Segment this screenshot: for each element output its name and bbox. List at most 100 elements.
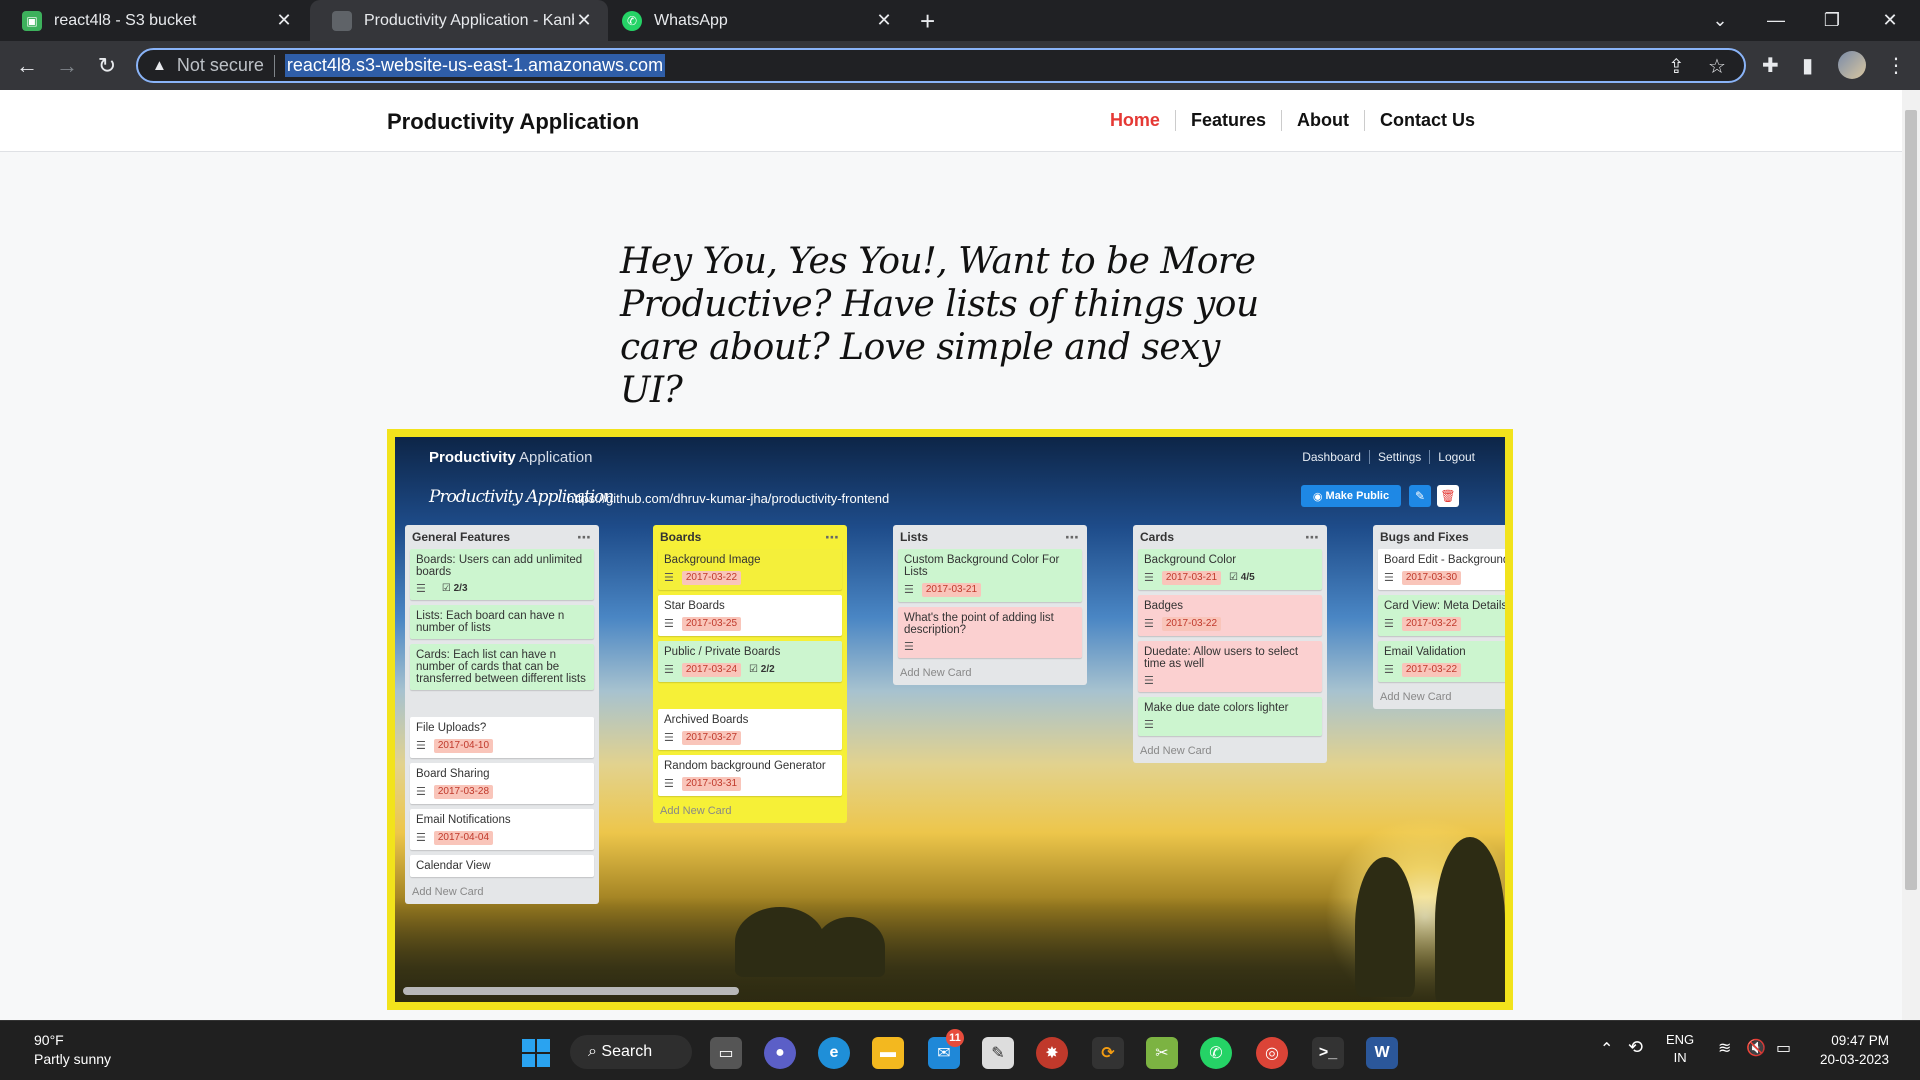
add-new-card-link: Add New Card [1140,745,1212,757]
page-scrollbar-thumb[interactable] [1905,110,1917,890]
checklist-icon: ☑ [441,583,454,594]
language-indicator[interactable]: ENG IN [1666,1031,1694,1067]
site-header: Productivity Application Home Features A… [0,90,1902,152]
description-icon: ☰ [1144,719,1154,731]
tab-s3-bucket[interactable]: ▣ react4l8 - S3 bucket ✕ [0,0,308,41]
card-due-date: 2017-03-27 [681,731,742,745]
card-text: Board Edit - Background Warning [1384,554,1510,566]
restore-button[interactable]: ❐ [1804,0,1860,41]
card-text: Lists: Each board can have n number of l… [416,610,565,634]
tray-overflow-icon[interactable]: ⌃ [1600,1039,1613,1059]
web-app-icon[interactable]: ✸ [1036,1037,1068,1069]
card-meta: ☰ 2017-03-22 [664,571,836,585]
sync-tray-icon[interactable]: ⟲ [1628,1037,1643,1058]
share-icon[interactable]: ⇪ [1668,54,1685,79]
extensions-icon[interactable]: ✚ [1762,53,1779,78]
reload-icon[interactable]: ↻ [92,51,122,81]
notepad-icon[interactable]: ✎ [982,1037,1014,1069]
nav-contact-us[interactable]: Contact Us [1363,110,1490,131]
description-icon: ☰ [1144,618,1154,630]
card-text: Background Color [1144,554,1237,566]
windows-taskbar: 90°F Partly sunny ⌕ Search ▭ ● e ▬ ✉ 11 … [0,1020,1920,1080]
hero-text: Hey You, Yes You!, Want to be More Produ… [620,241,1259,411]
card-text: Duedate: Allow users to select time as w… [1144,646,1299,670]
menu-icon[interactable]: ⋮ [1886,53,1906,78]
card-due-date: 2017-03-21 [921,583,982,597]
add-new-card-link: Add New Card [660,805,732,817]
preview-list: Boards ⋯ Background Image ☰ 2017-03-22 Star B… [653,525,847,823]
card-due-date: 2017-03-22 [1401,617,1462,631]
close-tab-icon[interactable]: ✕ [274,10,294,31]
address-bar[interactable]: ▲ Not secure react4l8.s3-website-us-east… [136,48,1746,83]
site-brand[interactable]: Productivity Application [387,109,639,135]
chat-icon[interactable]: ● [764,1037,796,1069]
tab-search-icon[interactable]: ⌄ [1692,0,1748,41]
edge-icon[interactable]: e [818,1037,850,1069]
site-menu: Home Features About Contact Us [1095,110,1490,131]
side-panel-icon[interactable]: ▮ [1802,53,1813,78]
tab-whatsapp[interactable]: ✆ WhatsApp ✕ [610,0,908,41]
chrome-icon[interactable]: ◎ [1256,1037,1288,1069]
terminal-icon[interactable]: >_ [1312,1037,1344,1069]
description-icon: ☰ [1384,618,1394,630]
word-icon[interactable]: W [1366,1037,1398,1069]
start-button[interactable] [522,1039,550,1067]
preview-card: Calendar View [410,855,594,877]
preview-card: File Uploads? ☰ 2017-04-10 [410,717,594,758]
checklist-icon: ☑ [749,664,761,675]
preview-list-title: Cards ⋯ [1138,525,1322,549]
battery-icon[interactable]: ▭ [1776,1038,1791,1058]
list-title-text: Boards [660,530,702,544]
checklist-count: 2/3 [453,583,468,594]
volume-muted-icon[interactable]: 🔇 [1746,1038,1766,1058]
loading-favicon-icon [332,10,352,31]
preview-card: Lists: Each board can have n number of l… [410,605,594,639]
preview-list-title: Lists ⋯ [898,525,1082,549]
close-tab-icon[interactable]: ✕ [574,10,594,31]
browser-tab-strip: ▣ react4l8 - S3 bucket ✕ Productivity Ap… [0,0,1920,41]
sync-app-icon[interactable]: ⟳ [1092,1037,1124,1069]
back-icon[interactable]: ← [12,51,42,81]
card-text: Custom Background Color For Lists [904,554,1060,578]
security-label[interactable]: Not secure [177,55,264,76]
nav-about[interactable]: About [1281,110,1364,131]
new-tab-button[interactable]: + [920,6,935,37]
card-text: Calendar View [416,860,491,872]
profile-avatar[interactable] [1838,51,1866,79]
description-icon: ☰ [1384,572,1394,584]
forward-icon[interactable]: → [52,51,82,81]
weather-condition: Partly sunny [34,1051,112,1067]
tab-productivity[interactable]: Productivity Application - Kanban ✕ [310,0,608,41]
file-explorer-icon[interactable]: ▬ [872,1037,904,1069]
nav-features[interactable]: Features [1174,110,1281,131]
preview-list-title: Bugs and Fixes [1378,525,1505,549]
card-text: Star Boards [664,600,725,612]
nav-home[interactable]: Home [1095,110,1175,131]
card-due-date: 2017-03-22 [1401,663,1462,677]
warning-icon[interactable]: ▲ [152,57,167,74]
card-checklist: ☑ 2/2 [749,664,775,676]
snip-tool-icon[interactable]: ✂ [1146,1037,1178,1069]
lang-code: ENG [1666,1032,1695,1047]
whatsapp-icon[interactable]: ✆ [1200,1037,1232,1069]
preview-header: Productivity Application Dashboard Setti… [395,437,1505,477]
clock[interactable]: 09:47 PM 20-03-2023 [1820,1031,1889,1069]
description-icon: ☰ [904,641,914,653]
wifi-icon[interactable]: ≋ [1718,1038,1731,1058]
bookmark-star-icon[interactable]: ☆ [1708,54,1726,79]
close-window-button[interactable]: ✕ [1862,0,1918,41]
task-view-icon[interactable]: ▭ [710,1037,742,1069]
lang-region: IN [1673,1050,1687,1065]
taskbar-search[interactable]: ⌕ Search [570,1035,692,1069]
card-text: Background Image [664,554,761,566]
url-text[interactable]: react4l8.s3-website-us-east-1.amazonaws.… [284,54,666,77]
weather-widget[interactable]: 90°F Partly sunny [34,1031,111,1069]
close-tab-icon[interactable]: ✕ [874,10,894,31]
minimize-button[interactable]: — [1748,0,1804,41]
card-meta: ☰ 2017-03-21 ☑ 4/5 [1144,571,1316,585]
list-menu-icon: ⋯ [1305,528,1320,545]
preview-card: Archived Boards ☰ 2017-03-27 [658,709,842,750]
description-icon: ☰ [664,778,674,790]
card-checklist: ☑ 4/5 [1229,572,1255,584]
preview-menu: Dashboard Settings Logout [1294,450,1483,464]
